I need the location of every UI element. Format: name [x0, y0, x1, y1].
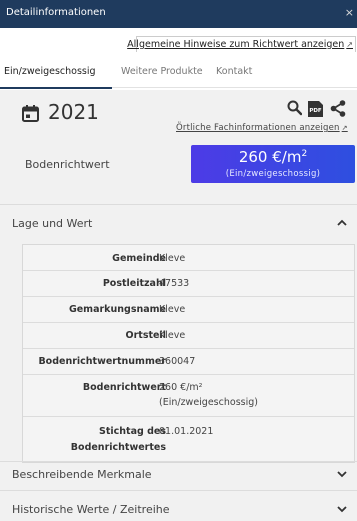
search-icon[interactable]	[287, 100, 302, 116]
row-label: Postleitzahl	[102, 278, 166, 289]
row-label: Bodenrichtwert	[82, 382, 166, 393]
table-row: Bodenrichtwert 260 €/m² (Ein/zweigeschos…	[23, 375, 354, 417]
section-lage-und-wert-header[interactable]: Lage und Wert	[0, 205, 357, 243]
table-row: Gemeinde Kleve	[23, 245, 354, 271]
chevron-up-icon	[337, 219, 347, 226]
row-label-line2: Bodenrichtwertes	[70, 442, 166, 453]
chevron-down-icon	[337, 506, 347, 513]
year-value: 2021	[48, 100, 99, 124]
action-icons: PDF	[287, 100, 355, 120]
row-value: Kleve	[159, 304, 186, 315]
bodenrichtwert-amount: 260 €/m	[238, 148, 302, 166]
row-value: Kleve	[159, 330, 186, 341]
external-link-icon: ↗	[341, 124, 348, 132]
row-value: 360047	[159, 356, 196, 367]
fachinformationen-link[interactable]: Örtliche Fachinformationen anzeigen ↗	[176, 123, 348, 133]
table-row: Bodenrichtwertnummer 360047	[23, 349, 354, 375]
row-value-line2: (Ein/zweigeschossig)	[159, 397, 258, 408]
window-titlebar: Detailinformationen ×	[0, 0, 357, 28]
share-icon[interactable]	[330, 100, 346, 117]
bodenrichtwert-subtitle: (Ein/zweigeschossig)	[225, 169, 321, 179]
section-beschreibende-merkmale-header[interactable]: Beschreibende Merkmale	[0, 462, 357, 488]
window-title: Detailinformationen	[6, 7, 106, 18]
tab-weitere-produkte[interactable]: Weitere Produkte	[121, 66, 203, 77]
section-title: Historische Werte / Zeitreihe	[12, 503, 170, 516]
bodenrichtwert-value-box: 260 €/m2 (Ein/zweigeschossig)	[191, 145, 355, 183]
tab-bar: Ein/zweigeschossig Weitere Produkte Kont…	[0, 58, 357, 88]
bodenrichtwert-exponent: 2	[301, 149, 308, 159]
tab-kontakt[interactable]: Kontakt	[216, 66, 252, 77]
table-row: Gemarkungsname Kleve	[23, 297, 354, 323]
hint-link[interactable]: Allgemeine Hinweise zum Richtwert anzeig…	[127, 39, 353, 50]
row-value: 47533	[159, 278, 190, 289]
close-icon[interactable]: ×	[345, 6, 354, 19]
row-label: Gemarkungsname	[68, 304, 166, 315]
table-row: Stichtag des Bodenrichtwertes 01.01.2021	[23, 417, 354, 463]
row-label-line1: Stichtag des	[99, 426, 166, 437]
hint-box: Allgemeine Hinweise zum Richtwert anzeig…	[127, 36, 356, 52]
bodenrichtwert-label: Bodenrichtwert	[25, 158, 110, 171]
chevron-down-icon	[337, 471, 347, 478]
fachinformationen-link-text[interactable]: Örtliche Fachinformationen anzeigen	[176, 123, 340, 133]
svg-text:PDF: PDF	[309, 108, 322, 114]
row-value: 01.01.2021	[159, 426, 214, 437]
active-tab-indicator	[0, 87, 112, 89]
tab-ein-zweigeschossig[interactable]: Ein/zweigeschossig	[4, 66, 96, 77]
hint-link-text[interactable]: Allgemeine Hinweise zum Richtwert anzeig…	[127, 39, 344, 50]
table-row: Postleitzahl 47533	[23, 271, 354, 297]
pdf-icon[interactable]: PDF	[307, 100, 324, 118]
section-title: Lage und Wert	[12, 217, 93, 230]
calendar-icon	[22, 105, 39, 122]
row-label: Ortsteil	[125, 330, 166, 341]
bodenrichtwert-value: 260 €/m2	[191, 148, 355, 166]
external-link-icon: ↗	[346, 40, 353, 49]
details-table: Gemeinde Kleve Postleitzahl 47533 Gemark…	[22, 244, 355, 463]
section-historische-werte-header[interactable]: Historische Werte / Zeitreihe	[0, 491, 357, 521]
table-row: Ortsteil Kleve	[23, 323, 354, 349]
row-value: Kleve	[159, 253, 186, 264]
section-title: Beschreibende Merkmale	[12, 468, 152, 481]
row-label: Gemeinde	[112, 253, 166, 264]
row-label: Bodenrichtwertnummer	[38, 356, 166, 367]
